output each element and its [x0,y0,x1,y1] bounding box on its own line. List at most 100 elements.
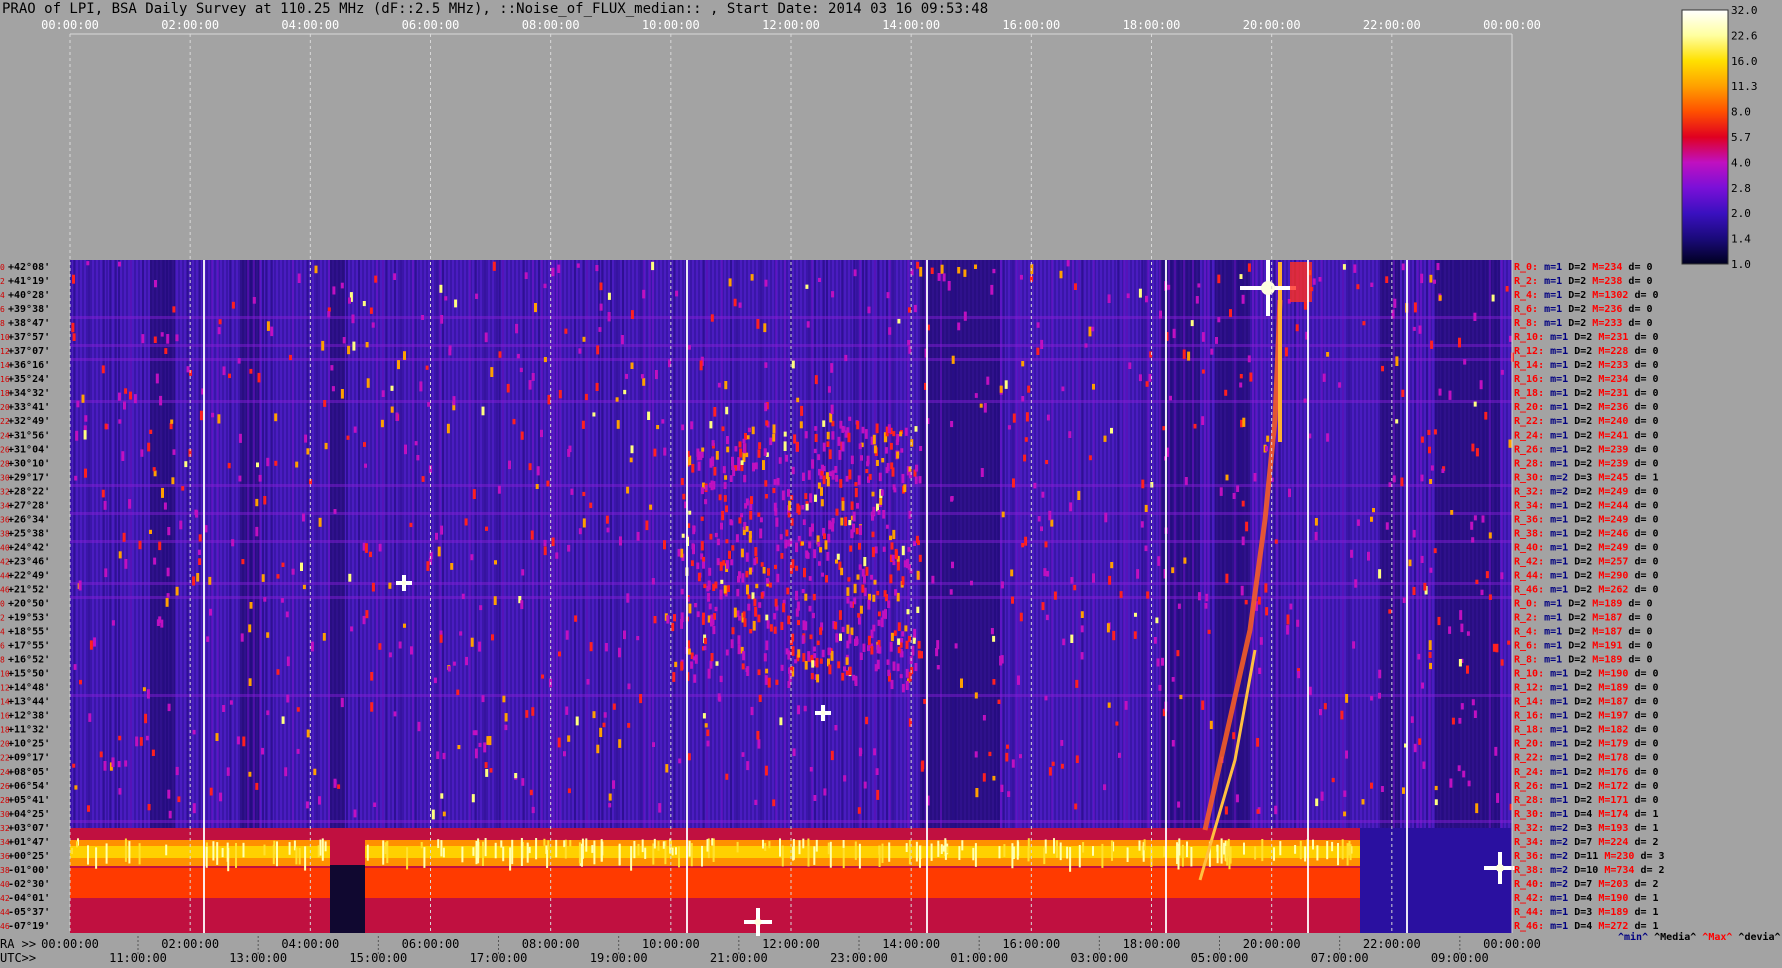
row-stat-D: D=2 [1568,444,1592,455]
emission-speck [1068,431,1072,438]
row-stat-D: D=2 [1562,613,1586,624]
emission-speck [564,328,568,334]
emission-speck [1437,616,1441,626]
emission-speck [362,301,366,307]
emission-speck [888,327,892,335]
emission-speck [729,475,733,482]
row-stat-D: D=2 [1568,556,1592,567]
emission-speck [850,455,854,465]
row-stat-M: M=233 [1586,318,1622,329]
row-stat-M: M=262 [1592,584,1628,595]
declination-label: -07°19' [8,921,50,932]
emission-speck [780,553,784,559]
row-stat-m: m=1 [1544,781,1568,792]
row-stat-d: d= 0 [1628,669,1658,680]
band-streak [1220,838,1223,864]
emission-speck [1115,721,1119,726]
band-streak [1003,844,1006,857]
emission-speck [71,322,75,333]
emission-speck [457,745,461,750]
row-stat-d: d= 0 [1628,346,1658,357]
emission-speck [907,340,911,346]
emission-speck [1286,625,1290,635]
emission-speck [435,532,438,540]
emission-speck [141,334,145,344]
emission-speck [1088,326,1092,337]
row-index-label: 0 [0,263,5,272]
row-stat-d: d= 0 [1628,556,1658,567]
row-stat-d: d= 0 [1628,514,1658,525]
emission-speck [951,355,955,364]
row-index-label: 28 [0,459,10,468]
emission-speck [783,441,787,451]
emission-speck [138,540,142,550]
row-stat-D: D=2 [1568,725,1592,736]
row-stat-d: d= 0 [1628,416,1658,427]
emission-speck [742,443,746,454]
emission-speck [160,619,164,628]
declination-label: +39°38' [8,304,50,315]
band-streak [543,838,546,846]
emission-speck [397,360,400,370]
emission-speck [1146,591,1150,599]
band-streak [1181,844,1184,867]
row-index-label: 32 [0,487,10,496]
band-streak [815,839,818,852]
emission-speck [332,286,336,295]
emission-speck [530,530,534,540]
row-index-label: 12 [0,684,10,693]
emission-speck [776,544,780,552]
band-streak [653,838,656,849]
emission-speck [565,630,569,640]
emission-speck [873,445,877,454]
emission-speck [688,603,692,614]
emission-speck [849,601,853,608]
emission-speck [1463,359,1467,365]
emission-speck [471,794,475,803]
emission-speck [350,626,354,632]
emission-speck [801,589,805,594]
emission-speck [775,679,779,685]
row-stat-d: d= 1 [1628,921,1658,932]
emission-speck [1257,596,1261,605]
emission-speck [1418,738,1422,745]
emission-speck [992,679,996,685]
emission-speck [1070,577,1074,584]
emission-speck [286,656,290,667]
band-streak [813,846,816,865]
emission-speck [440,315,444,324]
emission-speck [697,572,701,582]
emission-speck [861,584,865,593]
emission-speck [709,458,713,468]
emission-speck [763,653,767,662]
emission-speck [740,513,744,518]
emission-speck [1451,717,1455,725]
emission-speck [845,475,849,482]
emission-speck [861,568,865,577]
emission-speck [171,477,175,485]
band-streak [71,847,73,854]
row-stat-d: d= 1 [1628,809,1658,820]
emission-speck [442,752,446,760]
emission-speck [615,397,619,402]
emission-speck [84,415,88,422]
band-streak [1027,838,1030,848]
emission-speck [823,533,826,540]
emission-speck [99,751,103,758]
emission-speck [546,480,550,487]
emission-speck [284,767,288,777]
emission-speck [498,351,502,358]
emission-speck [708,567,712,576]
emission-speck [567,788,571,794]
emission-speck [918,476,922,484]
band-streak [547,840,550,850]
emission-speck [340,282,344,289]
row-stat-d: d= 0 [1622,655,1652,666]
row-stat-D: D=2 [1568,753,1592,764]
row-index-label: 16 [0,375,10,384]
emission-speck [1201,369,1205,374]
emission-speck [227,462,231,469]
emission-speck [757,739,761,749]
emission-speck [331,386,335,392]
emission-speck [950,421,954,428]
